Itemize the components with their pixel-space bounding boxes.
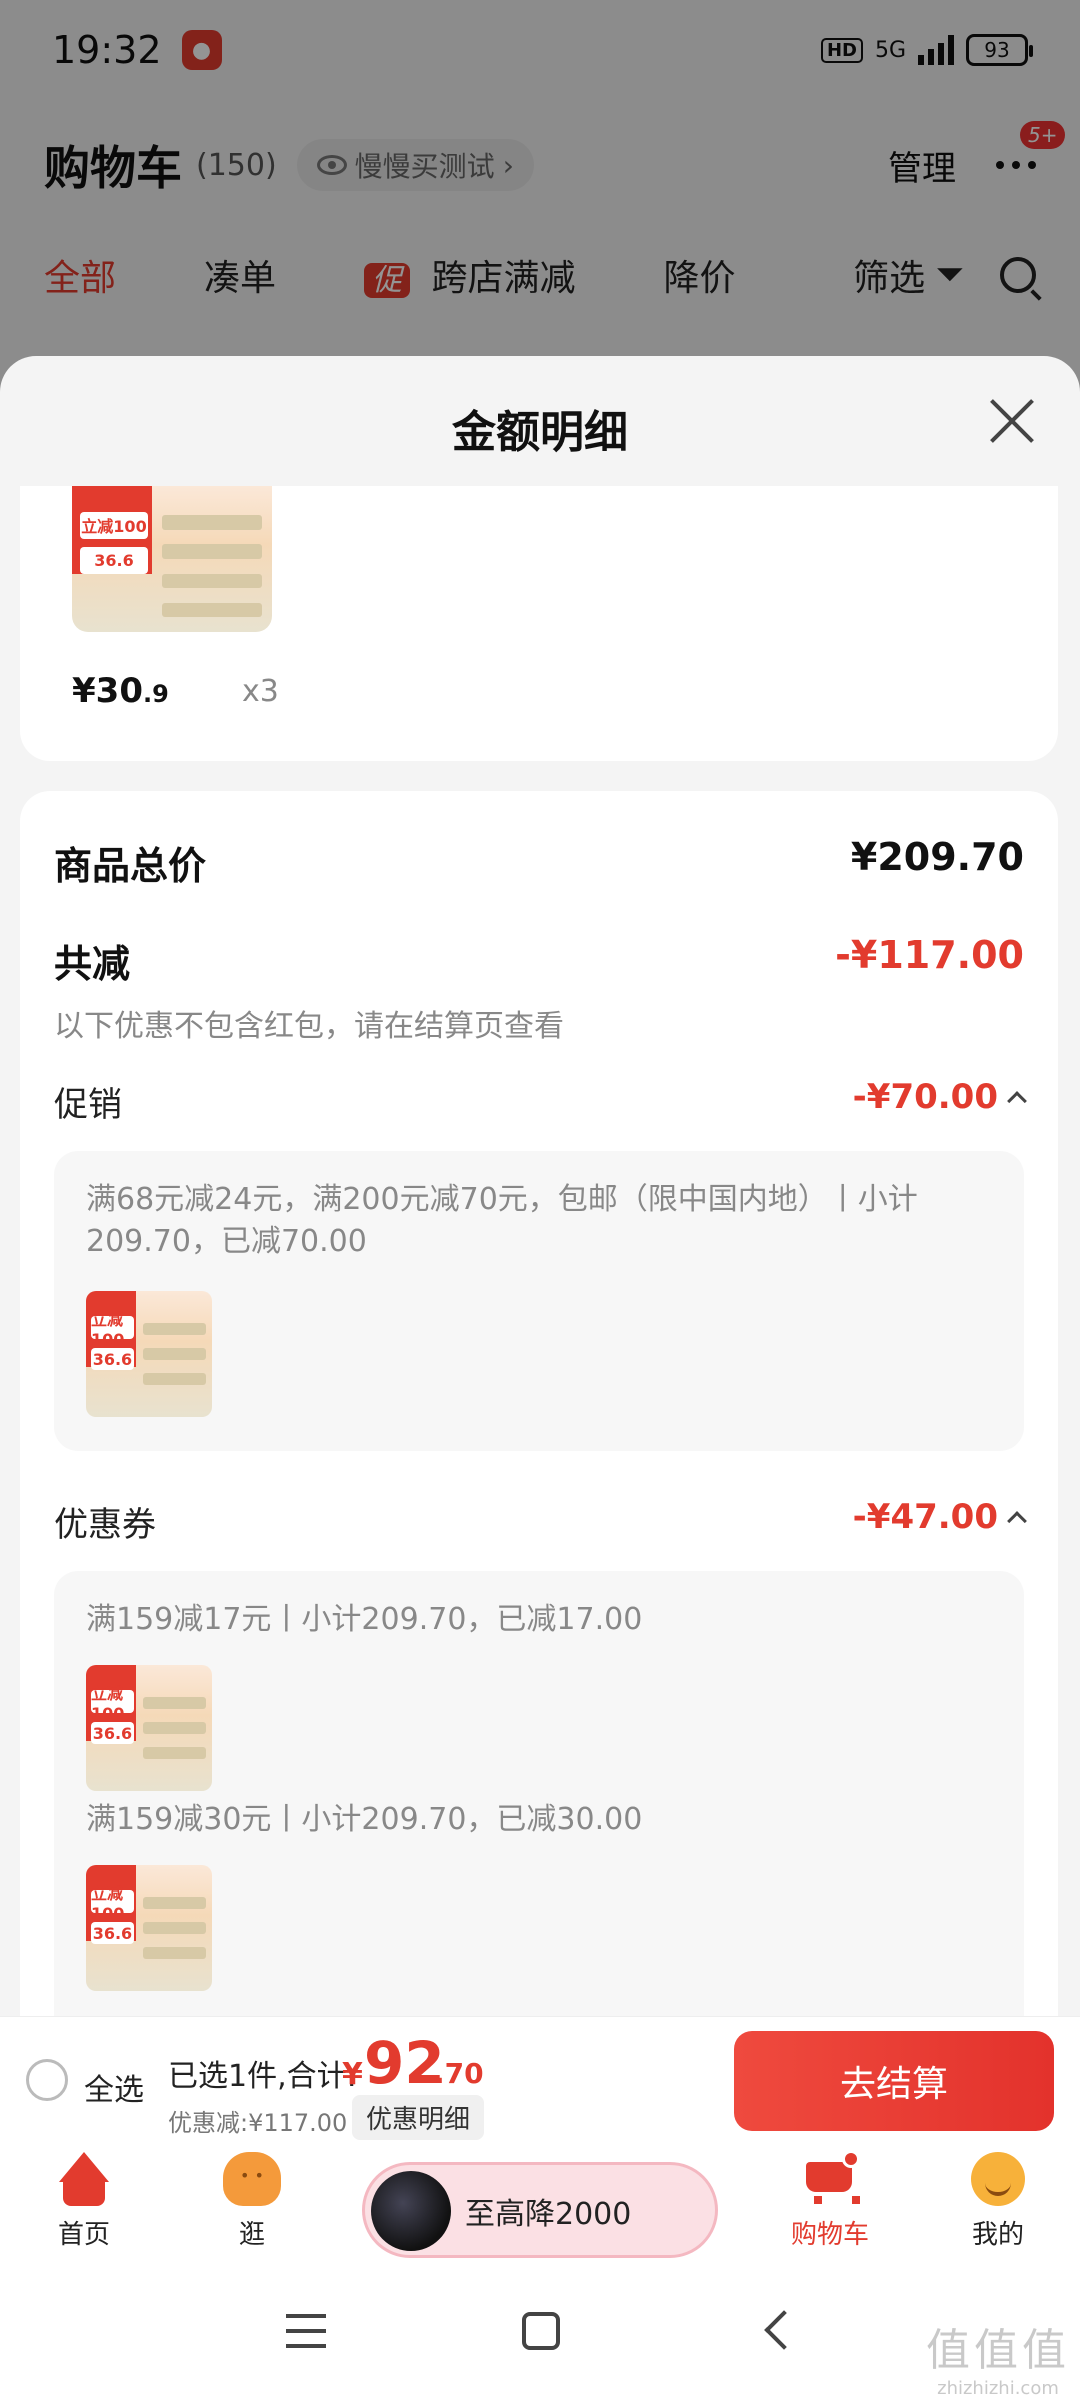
- promotion-label: 促销: [54, 1085, 122, 1125]
- watermark: 值值值 zhizhizhi.com: [926, 2314, 1070, 2399]
- cart-notification-dot: [842, 2150, 860, 2168]
- checkout-bar: 全选 已选1件,合计: ¥ 92 .70 优惠减:¥117.00 优惠明细 去结…: [0, 2016, 1080, 2142]
- cart-icon: [800, 2150, 860, 2206]
- nav-cart-label: 购物车: [790, 2220, 869, 2250]
- promo-product-image: [371, 2171, 451, 2251]
- nav-home-label: 首页: [57, 2220, 110, 2250]
- thumb-badge: 立减100: [91, 1310, 134, 1349]
- reduction-label: 共减: [54, 942, 131, 986]
- nav-me-label: 我的: [971, 2220, 1024, 2250]
- system-home-icon[interactable]: [522, 2312, 560, 2350]
- total-decimal: .70: [434, 2057, 484, 2090]
- thumb-badge: 36.6: [91, 1721, 134, 1745]
- nav-me[interactable]: 我的: [938, 2152, 1058, 2251]
- product-thumbnail: 立减100 36.6: [72, 486, 272, 632]
- watermark-url: zhizhizhi.com: [937, 2378, 1059, 2399]
- close-icon[interactable]: [988, 396, 1036, 444]
- nav-home[interactable]: 首页: [24, 2152, 144, 2251]
- selected-count: 已选1件,合计:: [168, 2059, 357, 2094]
- coupon-toggle[interactable]: -¥47.00: [852, 1497, 1027, 1537]
- promotion-detail: 满68元减24元，满200元减70元，包邮（限中国内地）丨小计209.70，已减…: [54, 1151, 1024, 1451]
- summary-card: 商品总价 ¥209.70 共减 -¥117.00 以下优惠不包含红包，请在结算页…: [20, 791, 1058, 2016]
- promotion-value: -¥70.00: [852, 1077, 998, 1117]
- product-card: 立减100 36.6 ¥30.9 x3: [20, 486, 1058, 761]
- select-all-label[interactable]: 全选: [84, 2065, 144, 2109]
- promotion-item-thumbnail: 立减100 36.6: [86, 1291, 212, 1417]
- thumb-badge: 36.6: [91, 1921, 134, 1945]
- system-nav-bar: 值值值 zhizhizhi.com: [0, 2272, 1080, 2400]
- thumb-badge: 立减100: [91, 1684, 134, 1723]
- total-price-label: 商品总价: [54, 844, 207, 888]
- sheet-title: 金额明细: [452, 407, 628, 458]
- total-currency: ¥: [342, 2057, 363, 2092]
- thumb-badge: 立减100: [80, 512, 148, 539]
- total-price-value: ¥209.70: [850, 835, 1024, 879]
- coupon-value: -¥47.00: [852, 1497, 998, 1537]
- total-integer: 92: [364, 2029, 445, 2097]
- browse-icon: [223, 2152, 281, 2206]
- select-all-checkbox[interactable]: [26, 2059, 68, 2101]
- coupon-detail: 满159减17元丨小计209.70，已减17.00 立减100 36.6 满15…: [54, 1571, 1024, 2016]
- coupon-item-thumbnail: 立减100 36.6: [86, 1865, 212, 1991]
- recent-apps-icon[interactable]: [286, 2314, 326, 2348]
- watermark-logo: 值值值: [926, 2325, 1070, 2376]
- profile-icon: [971, 2152, 1025, 2206]
- promotion-toggle[interactable]: -¥70.00: [852, 1077, 1027, 1117]
- product-quantity: x3: [242, 674, 279, 709]
- back-icon[interactable]: [764, 2310, 804, 2350]
- thumb-badge: 36.6: [91, 1347, 134, 1371]
- coupon-item-thumbnail: 立减100 36.6: [86, 1665, 212, 1791]
- bottom-nav: 首页 逛 至高降2000 购物车 我的: [0, 2142, 1080, 2272]
- home-icon: [55, 2152, 113, 2206]
- product-price-dec: .9: [142, 680, 169, 708]
- coupon-detail-text: 满159减17元丨小计209.70，已减17.00: [86, 1602, 643, 1637]
- product-price: ¥30.9: [72, 671, 169, 711]
- product-price-int: ¥30: [72, 671, 143, 711]
- coupon-detail-text: 满159减30元丨小计209.70，已减30.00: [86, 1802, 643, 1837]
- chevron-up-icon: [1007, 1091, 1027, 1111]
- reduction-value: -¥117.00: [835, 933, 1024, 977]
- chevron-up-icon: [1007, 1511, 1027, 1531]
- nav-browse[interactable]: 逛: [192, 2152, 312, 2251]
- promo-banner-button[interactable]: 至高降2000: [362, 2162, 718, 2258]
- thumb-badge: 立减100: [91, 1884, 134, 1923]
- nav-cart[interactable]: 购物车: [770, 2150, 890, 2251]
- promotion-detail-text: 满68元减24元，满200元减70元，包邮（限中国内地）丨小计209.70，已减…: [86, 1182, 918, 1259]
- discount-summary: 优惠减:¥117.00: [168, 2109, 348, 2137]
- amount-detail-sheet: 金额明细 立减100 36.6 ¥30.9 x3 商品总价 ¥209.70 共减…: [0, 356, 1080, 2016]
- checkout-button[interactable]: 去结算: [734, 2031, 1054, 2131]
- discount-detail-button[interactable]: 优惠明细: [352, 2095, 485, 2140]
- nav-browse-label: 逛: [238, 2220, 265, 2250]
- coupon-label: 优惠券: [54, 1505, 156, 1545]
- thumb-badge: 36.6: [80, 547, 148, 574]
- reduction-note: 以下优惠不包含红包，请在结算页查看: [54, 1009, 564, 1044]
- promo-label: 至高降2000: [465, 2197, 632, 2232]
